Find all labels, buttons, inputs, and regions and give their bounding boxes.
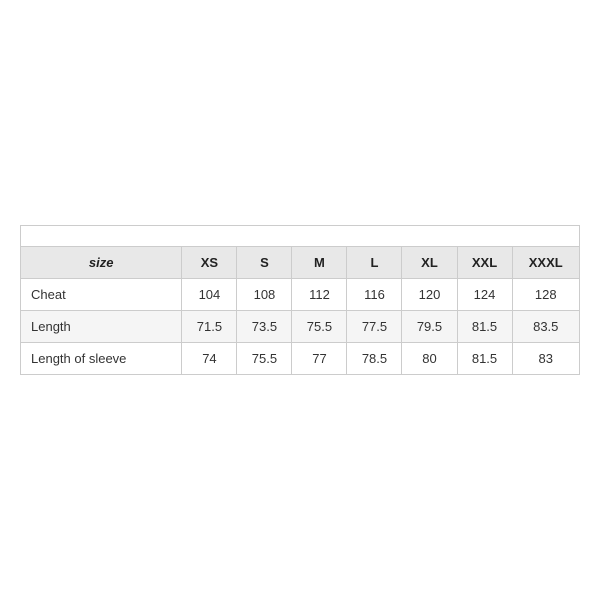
cell-value: 83 — [512, 343, 579, 375]
cell-value: 81.5 — [457, 311, 512, 343]
header-xl: XL — [402, 247, 457, 279]
cell-value: 77.5 — [347, 311, 402, 343]
cell-value: 74 — [182, 343, 237, 375]
header-row: size XS S M L XL XXL XXXL — [21, 247, 580, 279]
cell-value: 73.5 — [237, 311, 292, 343]
cell-value: 77 — [292, 343, 347, 375]
cell-value: 81.5 — [457, 343, 512, 375]
row-label: Length of sleeve — [21, 343, 182, 375]
row-label: Cheat — [21, 279, 182, 311]
table-row: Length71.573.575.577.579.581.583.5 — [21, 311, 580, 343]
table-row: Length of sleeve7475.57778.58081.583 — [21, 343, 580, 375]
cell-value: 108 — [237, 279, 292, 311]
header-s: S — [237, 247, 292, 279]
header-l: L — [347, 247, 402, 279]
size-chart-container: size XS S M L XL XXL XXXL Cheat104108112… — [20, 225, 580, 375]
header-xs: XS — [182, 247, 237, 279]
cell-value: 104 — [182, 279, 237, 311]
table-title — [21, 226, 580, 247]
title-row — [21, 226, 580, 247]
cell-value: 128 — [512, 279, 579, 311]
cell-value: 120 — [402, 279, 457, 311]
cell-value: 75.5 — [237, 343, 292, 375]
cell-value: 116 — [347, 279, 402, 311]
cell-value: 112 — [292, 279, 347, 311]
row-label: Length — [21, 311, 182, 343]
cell-value: 80 — [402, 343, 457, 375]
cell-value: 78.5 — [347, 343, 402, 375]
size-chart-table: size XS S M L XL XXL XXXL Cheat104108112… — [20, 225, 580, 375]
header-m: M — [292, 247, 347, 279]
cell-value: 83.5 — [512, 311, 579, 343]
header-size: size — [21, 247, 182, 279]
table-body: Cheat104108112116120124128Length71.573.5… — [21, 279, 580, 375]
header-xxxl: XXXL — [512, 247, 579, 279]
header-xxl: XXL — [457, 247, 512, 279]
cell-value: 71.5 — [182, 311, 237, 343]
cell-value: 75.5 — [292, 311, 347, 343]
cell-value: 79.5 — [402, 311, 457, 343]
table-row: Cheat104108112116120124128 — [21, 279, 580, 311]
cell-value: 124 — [457, 279, 512, 311]
